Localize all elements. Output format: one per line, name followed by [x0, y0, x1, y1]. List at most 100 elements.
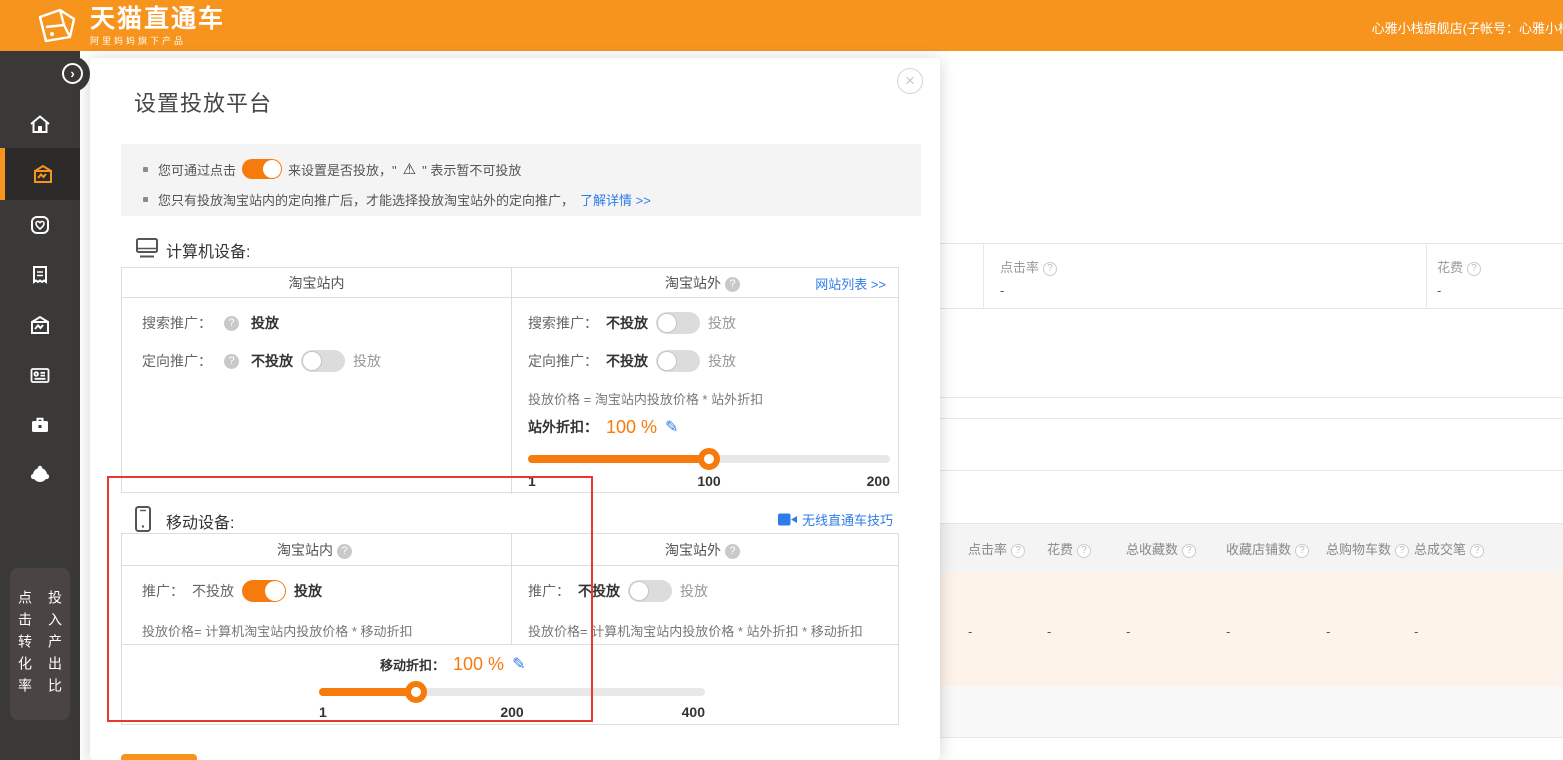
- help-icon[interactable]: ?: [337, 544, 352, 559]
- col-header-favorites: 总收藏数?: [1126, 539, 1196, 558]
- help-icon[interactable]: ?: [1395, 544, 1409, 558]
- toggle-knob: [629, 581, 649, 601]
- cell-value: -: [1414, 624, 1418, 639]
- pc-out-discount-slider[interactable]: [528, 455, 890, 463]
- slider-handle[interactable]: [405, 681, 427, 703]
- cell-value: -: [1047, 624, 1051, 639]
- id-card-icon: [28, 363, 52, 387]
- divider: [983, 243, 984, 308]
- mobile-discount-slider[interactable]: [319, 688, 705, 696]
- slider-max-label: 200: [850, 473, 890, 489]
- learn-more-link[interactable]: 了解详情 >>: [580, 190, 651, 209]
- help-icon[interactable]: ?: [725, 544, 740, 559]
- col-header-ctr: 点击率?: [968, 539, 1025, 558]
- row-label: 定向推广：: [528, 351, 598, 371]
- col-header-shop-favorites: 收藏店铺数?: [1226, 539, 1309, 558]
- mobile-section-title: 移动设备:: [166, 509, 234, 533]
- sidebar-item-home[interactable]: [0, 104, 80, 144]
- slider-min-label: 1: [528, 473, 536, 489]
- divider: [935, 243, 1563, 244]
- help-icon[interactable]: ?: [1011, 544, 1025, 558]
- pc-in-targeted-toggle[interactable]: [301, 350, 345, 372]
- help-icon[interactable]: ?: [224, 316, 239, 331]
- column-divider: [511, 534, 512, 644]
- toggle-knob: [265, 581, 285, 601]
- help-icon[interactable]: ?: [1470, 544, 1484, 558]
- cell-value: -: [1126, 624, 1130, 639]
- sidebar-metrics-box[interactable]: 点击转化率 投入产出比: [10, 568, 70, 720]
- row-label: 推广：: [142, 581, 184, 601]
- logo[interactable]: 天猫直通车 阿里妈妈旗下产品: [30, 5, 225, 47]
- edit-icon[interactable]: ✎: [512, 654, 525, 674]
- metric-cell-cost-value: -: [1437, 283, 1441, 298]
- pc-out-search-toggle[interactable]: [656, 312, 700, 334]
- toggle-knob: [657, 351, 677, 371]
- metric-roi: 投入产出比: [45, 590, 65, 720]
- sidebar-item-favorites[interactable]: [0, 205, 80, 245]
- mobile-out-promo-row: 推广： 不投放 投放: [528, 579, 708, 603]
- metric-click-conversion: 点击转化率: [15, 590, 35, 720]
- confirm-button[interactable]: [121, 754, 197, 760]
- train-logo-icon: [30, 5, 82, 47]
- status-on-label: 投放: [353, 351, 381, 371]
- status-on-label: 投放: [708, 351, 736, 371]
- discount-value: 100 %: [606, 417, 657, 438]
- discount-label: 站外折扣：: [528, 417, 598, 437]
- pc-out-targeted-row: 定向推广： 不投放 投放: [528, 349, 736, 373]
- notice-text: " 表示暂不可投放: [422, 160, 521, 179]
- status-off: 不投放: [606, 351, 648, 371]
- notice-text: 来设置是否投放，": [288, 160, 397, 179]
- close-icon[interactable]: ×: [897, 68, 923, 94]
- sidebar-item-campaign-active[interactable]: [0, 148, 80, 200]
- status-on-label: 投放: [708, 313, 736, 333]
- wireless-tips-link[interactable]: 无线直通车技巧: [778, 510, 893, 529]
- help-icon[interactable]: ?: [224, 354, 239, 369]
- slider-min-label: 1: [319, 704, 327, 720]
- mobile-out-promo-toggle[interactable]: [628, 580, 672, 602]
- sidebar-item-creatives[interactable]: [0, 305, 80, 345]
- pc-in-targeted-row: 定向推广：?不投放 投放: [142, 349, 381, 373]
- status-off-label: 不投放: [192, 581, 234, 601]
- header-taobao-outside: 淘宝站外?: [511, 534, 898, 565]
- status-on-label: 投放: [680, 581, 708, 601]
- sidebar-item-account-card[interactable]: [0, 355, 80, 395]
- col-header-carts: 总购物车数?: [1326, 539, 1409, 558]
- col-header-deals: 总成交笔?: [1414, 539, 1484, 558]
- home-icon: [28, 112, 52, 136]
- pc-out-targeted-toggle[interactable]: [656, 350, 700, 372]
- notice-text: 您可通过点击: [158, 160, 236, 179]
- pc-in-search-row: 搜索推广：?投放: [142, 311, 279, 335]
- sidebar-item-reports[interactable]: [0, 255, 80, 295]
- help-icon[interactable]: ?: [1043, 262, 1057, 276]
- slider-handle[interactable]: [698, 448, 720, 470]
- mobile-table: 淘宝站内? 淘宝站外? 推广： 不投放 投放 投放价格= 计算机淘宝站内投放价格…: [121, 533, 899, 725]
- toggle-knob: [657, 313, 677, 333]
- mobile-discount: 移动折扣： 100 % ✎: [380, 651, 525, 677]
- divider: [935, 397, 1563, 398]
- warning-icon: ⚠: [403, 160, 416, 178]
- picture-frame-icon: [31, 162, 55, 186]
- account-name[interactable]: 心雅小栈旗舰店(子帐号：心雅小栈: [1372, 18, 1563, 37]
- cell-value: -: [968, 624, 972, 639]
- notice-box: 您可通过点击 来设置是否投放，" ⚠ " 表示暂不可投放 您只有投放淘宝站内的定…: [121, 144, 921, 216]
- help-icon[interactable]: ?: [1077, 544, 1091, 558]
- help-icon[interactable]: ?: [1295, 544, 1309, 558]
- sidebar-item-community[interactable]: [0, 455, 80, 495]
- help-icon[interactable]: ?: [1467, 262, 1481, 276]
- app-title: 天猫直通车: [90, 6, 225, 32]
- mobile-out-price-formula: 投放价格= 计算机淘宝站内投放价格 * 站外折扣 * 移动折扣: [528, 621, 863, 640]
- mobile-in-promo-toggle[interactable]: [242, 580, 286, 602]
- website-list-link[interactable]: 网站列表 >>: [815, 274, 886, 293]
- divider: [935, 470, 1563, 471]
- status-off: 不投放: [578, 581, 620, 601]
- help-icon[interactable]: ?: [1182, 544, 1196, 558]
- table-row: [935, 573, 1563, 686]
- column-divider: [511, 268, 512, 494]
- row-label: 定向推广：: [142, 351, 212, 371]
- cell-value: -: [1326, 624, 1330, 639]
- globe-icon: [28, 463, 52, 487]
- help-icon[interactable]: ?: [725, 277, 740, 292]
- edit-icon[interactable]: ✎: [665, 417, 678, 437]
- sidebar-item-tools[interactable]: [0, 405, 80, 445]
- cell-value: -: [1226, 624, 1230, 639]
